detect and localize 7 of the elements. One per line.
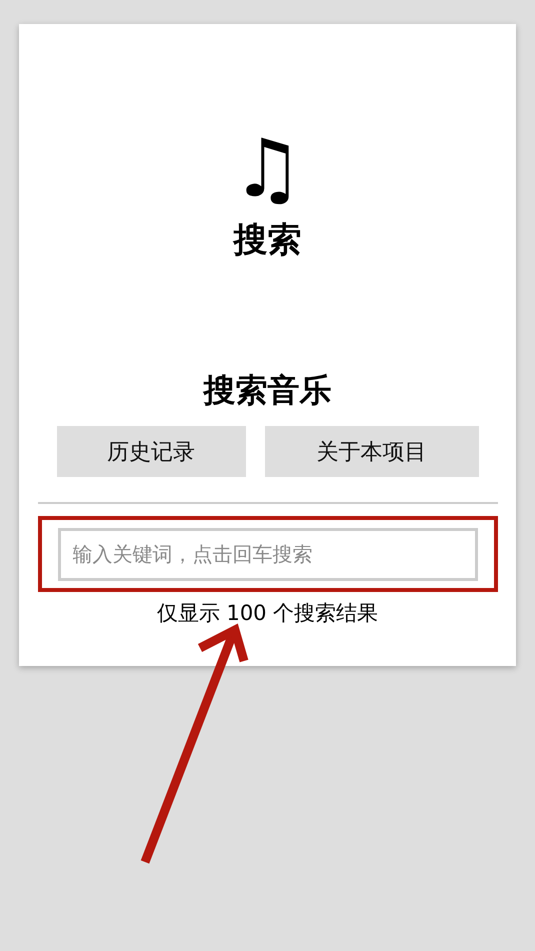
search-field[interactable]: 输入关键词，点击回车搜索	[58, 528, 478, 580]
music-note-icon: ♫	[232, 124, 304, 214]
result-limit-text: 仅显示 100 个搜索结果	[156, 600, 378, 627]
menu-button[interactable]: 关于本项目	[264, 426, 478, 477]
section-title: 搜索音乐	[204, 370, 332, 411]
menu-button[interactable]: 历史记录	[56, 426, 246, 477]
page-title: 搜索	[234, 219, 302, 262]
